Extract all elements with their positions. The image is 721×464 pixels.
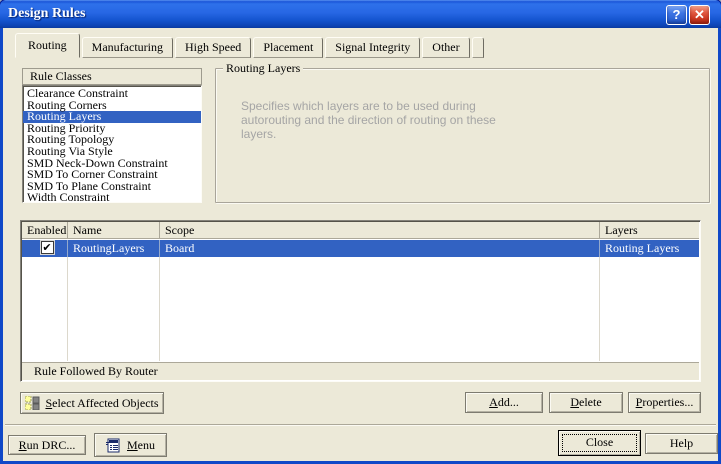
column-divider (159, 257, 160, 361)
design-rules-dialog: Design Rules ? ✕ Routing Manufacturing H… (0, 0, 721, 464)
column-header-name[interactable]: Name (68, 222, 160, 238)
cell-layers: Routing Layers (600, 240, 699, 257)
column-header-enabled[interactable]: Enabled (22, 222, 68, 238)
menu-label: Menu (127, 436, 155, 455)
table-footer-status: Rule Followed By Router (22, 362, 699, 380)
dialog-body: Routing Manufacturing High Speed Placeme… (3, 28, 718, 461)
close-icon: ✕ (694, 7, 705, 22)
tab-high-speed[interactable]: High Speed (175, 37, 251, 58)
tab-placement[interactable]: Placement (253, 37, 323, 58)
menu-button[interactable]: Menu (94, 433, 167, 457)
help-icon: ? (673, 7, 681, 22)
delete-button[interactable]: Delete (549, 392, 623, 413)
cell-scope: Board (160, 240, 600, 257)
close-button[interactable]: Close (558, 430, 641, 456)
bottom-divider (5, 424, 716, 426)
titlebar[interactable]: Design Rules ? ✕ (0, 0, 721, 28)
tab-strip-end (472, 37, 484, 58)
cell-name: RoutingLayers (68, 240, 160, 257)
rule-class-item[interactable]: Width Constraint (23, 192, 201, 203)
properties-button[interactable]: Properties... (628, 392, 701, 413)
titlebar-help-button[interactable]: ? (666, 5, 687, 25)
grid-icon (25, 396, 40, 410)
column-divider (599, 257, 600, 361)
tab-strip: Routing Manufacturing High Speed Placeme… (15, 33, 484, 58)
column-header-layers[interactable]: Layers (600, 222, 699, 238)
table-row[interactable]: ✔ RoutingLayers Board Routing Layers (22, 240, 699, 257)
titlebar-close-button[interactable]: ✕ (689, 5, 710, 25)
select-affected-objects-label: Select Affected Objects (45, 393, 158, 413)
group-title: Routing Layers (223, 61, 303, 75)
add-button[interactable]: Add... (465, 392, 543, 413)
column-header-scope[interactable]: Scope (160, 222, 600, 238)
column-divider (67, 257, 68, 361)
table-header: Enabled Name Scope Layers (22, 222, 699, 239)
enabled-checkbox[interactable]: ✔ (41, 241, 54, 254)
tab-signal-integrity[interactable]: Signal Integrity (325, 37, 420, 58)
help-button[interactable]: Help (645, 433, 718, 454)
rule-classes-list[interactable]: Clearance Constraint Routing Corners Rou… (22, 85, 202, 203)
tab-routing[interactable]: Routing (15, 33, 80, 58)
tab-other[interactable]: Other (422, 37, 469, 58)
rule-classes-header: Rule Classes (22, 68, 202, 85)
menu-icon (106, 438, 121, 453)
cell-enabled: ✔ (22, 240, 68, 257)
group-description: Specifies which layers are to be used du… (241, 99, 523, 141)
rules-table[interactable]: Enabled Name Scope Layers ✔ RoutingLayer… (20, 220, 701, 382)
tab-manufacturing[interactable]: Manufacturing (82, 37, 173, 58)
select-affected-objects-button[interactable]: Select Affected Objects (20, 392, 164, 414)
window-title: Design Rules (8, 6, 85, 22)
run-drc-button[interactable]: Run DRC... (8, 435, 86, 455)
rule-description-group: Routing Layers Specifies which layers ar… (215, 68, 710, 203)
